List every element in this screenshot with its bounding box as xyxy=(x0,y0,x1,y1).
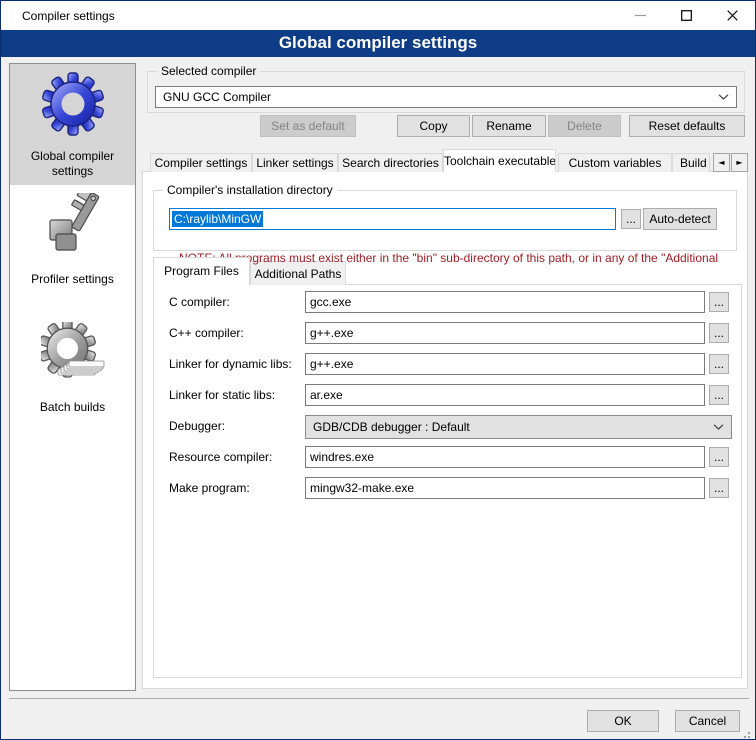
selected-compiler-group: Selected compiler GNU GCC Compiler xyxy=(147,71,745,113)
settings-category-list: Global compiler settings Profiler settin… xyxy=(9,63,136,691)
tab-compiler-settings[interactable]: Compiler settings xyxy=(150,153,252,172)
make-program-browse-button[interactable]: ... xyxy=(709,478,729,498)
copy-button[interactable]: Copy xyxy=(397,115,470,137)
close-button[interactable] xyxy=(709,1,755,30)
close-icon xyxy=(727,10,738,21)
chevron-down-icon xyxy=(718,94,729,100)
field-row-c-compiler: C compiler: ... xyxy=(154,291,741,315)
sidebar-item-label: Profiler settings xyxy=(18,272,128,287)
cancel-button[interactable]: Cancel xyxy=(675,710,740,732)
caliper-icon xyxy=(41,193,105,257)
ok-button[interactable]: OK xyxy=(587,710,659,732)
cpp-compiler-input[interactable] xyxy=(305,322,705,344)
program-files-page: C compiler: ... C++ compiler: ... Linker… xyxy=(153,284,742,678)
gear-blue-icon xyxy=(41,72,105,136)
titlebar[interactable]: Compiler settings xyxy=(1,1,755,30)
subtab-program-files[interactable]: Program Files xyxy=(153,257,250,285)
field-row-cpp-compiler: C++ compiler: ... xyxy=(154,322,741,346)
dynamic-linker-input[interactable] xyxy=(305,353,705,375)
c-compiler-browse-button[interactable]: ... xyxy=(709,292,729,312)
compiler-select[interactable]: GNU GCC Compiler xyxy=(155,86,737,108)
gear-stack-icon xyxy=(41,322,105,386)
debugger-select-value: GDB/CDB debugger : Default xyxy=(313,420,470,434)
set-as-default-button: Set as default xyxy=(260,115,356,137)
rename-button[interactable]: Rename xyxy=(472,115,546,137)
tab-linker-settings[interactable]: Linker settings xyxy=(252,153,338,172)
c-compiler-label: C compiler: xyxy=(169,291,230,313)
tab-scroll-left-button[interactable]: ◄ xyxy=(713,153,730,172)
reset-defaults-button[interactable]: Reset defaults xyxy=(629,115,745,137)
resize-grip[interactable] xyxy=(748,732,750,734)
dynamic-linker-label: Linker for dynamic libs: xyxy=(169,353,292,375)
c-compiler-input[interactable] xyxy=(305,291,705,313)
page-title: Global compiler settings xyxy=(1,30,755,57)
tab-toolchain-executables[interactable]: Toolchain executables xyxy=(443,149,556,172)
static-linker-browse-button[interactable]: ... xyxy=(709,385,729,405)
cpp-compiler-browse-button[interactable]: ... xyxy=(709,323,729,343)
field-row-debugger: Debugger: GDB/CDB debugger : Default xyxy=(154,415,741,439)
field-row-dynamic-linker: Linker for dynamic libs: ... xyxy=(154,353,741,377)
field-row-static-linker: Linker for static libs: ... xyxy=(154,384,741,408)
minimize-button[interactable] xyxy=(617,1,663,30)
resource-compiler-browse-button[interactable]: ... xyxy=(709,447,729,467)
tab-search-directories[interactable]: Search directories xyxy=(338,153,443,172)
make-program-input[interactable] xyxy=(305,477,705,499)
compiler-select-value: GNU GCC Compiler xyxy=(163,90,271,104)
sidebar-item-label: Batch builds xyxy=(18,400,128,415)
dynamic-linker-browse-button[interactable]: ... xyxy=(709,354,729,374)
window-controls xyxy=(617,1,755,30)
sidebar-item-global-compiler-settings[interactable]: Global compiler settings xyxy=(10,64,135,185)
chevron-down-icon xyxy=(713,424,724,430)
footer-divider xyxy=(9,698,749,699)
window-title: Compiler settings xyxy=(22,9,115,23)
selected-compiler-legend: Selected compiler xyxy=(157,64,260,79)
maximize-icon xyxy=(681,10,692,21)
installation-directory-legend: Compiler's installation directory xyxy=(163,183,337,198)
cpp-compiler-label: C++ compiler: xyxy=(169,322,244,344)
installation-directory-value: C:\raylib\MinGW xyxy=(172,211,263,227)
bin-subdirectory-note: NOTE: All programs must exist either in … xyxy=(179,250,748,266)
field-row-resource-compiler: Resource compiler: ... xyxy=(154,446,741,470)
tab-scroll-right-button[interactable]: ► xyxy=(731,153,748,172)
delete-button: Delete xyxy=(548,115,621,137)
resource-compiler-input[interactable] xyxy=(305,446,705,468)
sidebar-item-batch-builds[interactable]: Batch builds xyxy=(10,307,135,429)
tab-custom-variables[interactable]: Custom variables xyxy=(558,153,672,172)
resource-compiler-label: Resource compiler: xyxy=(169,446,272,468)
debugger-label: Debugger: xyxy=(169,415,225,437)
debugger-select[interactable]: GDB/CDB debugger : Default xyxy=(305,415,732,439)
toolchain-executables-page: Compiler's installation directory C:\ray… xyxy=(142,171,748,689)
minimize-icon xyxy=(635,10,646,21)
installation-directory-group: Compiler's installation directory C:\ray… xyxy=(153,190,737,251)
installation-directory-input[interactable]: C:\raylib\MinGW xyxy=(169,208,616,230)
field-row-make-program: Make program: ... xyxy=(154,477,741,501)
compiler-settings-dialog: Compiler settings Global compiler settin… xyxy=(0,0,756,740)
sidebar-item-label: Global compiler settings xyxy=(18,149,128,179)
auto-detect-button[interactable]: Auto-detect xyxy=(643,208,717,230)
static-linker-input[interactable] xyxy=(305,384,705,406)
browse-directory-button[interactable]: ... xyxy=(621,209,641,229)
tab-build-options[interactable]: Build options xyxy=(672,153,710,172)
sidebar-item-profiler-settings[interactable]: Profiler settings xyxy=(10,185,135,307)
make-program-label: Make program: xyxy=(169,477,250,499)
static-linker-label: Linker for static libs: xyxy=(169,384,275,406)
maximize-button[interactable] xyxy=(663,1,709,30)
